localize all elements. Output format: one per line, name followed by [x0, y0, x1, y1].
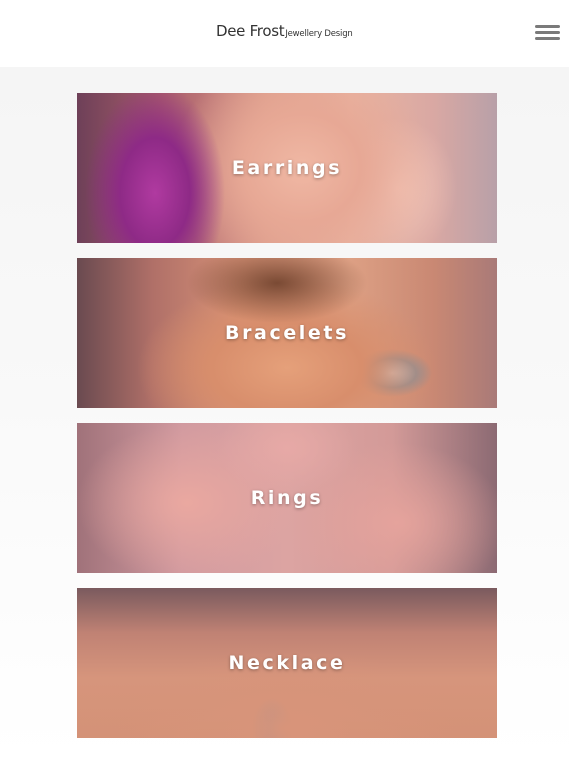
category-label-necklace: Necklace [228, 652, 346, 674]
site-header: Dee FrostJewellery Design [0, 0, 569, 67]
menu-bar [535, 25, 560, 28]
menu-bar [535, 31, 560, 34]
category-tile-rings[interactable]: Rings [77, 423, 497, 573]
category-label-earrings: Earrings [231, 157, 343, 179]
category-tile-necklace[interactable]: Necklace [77, 588, 497, 738]
brand-name: Dee Frost [216, 22, 285, 40]
category-tile-earrings[interactable]: Earrings [77, 93, 497, 243]
site-logo[interactable]: Dee FrostJewellery Design [216, 22, 353, 41]
hamburger-menu-icon[interactable] [535, 23, 561, 43]
category-label-rings: Rings [250, 487, 324, 509]
category-label-bracelets: Bracelets [224, 322, 349, 344]
brand-tagline: Jewellery Design [285, 29, 353, 39]
category-tile-bracelets[interactable]: Bracelets [77, 258, 497, 408]
menu-bar [535, 37, 560, 40]
